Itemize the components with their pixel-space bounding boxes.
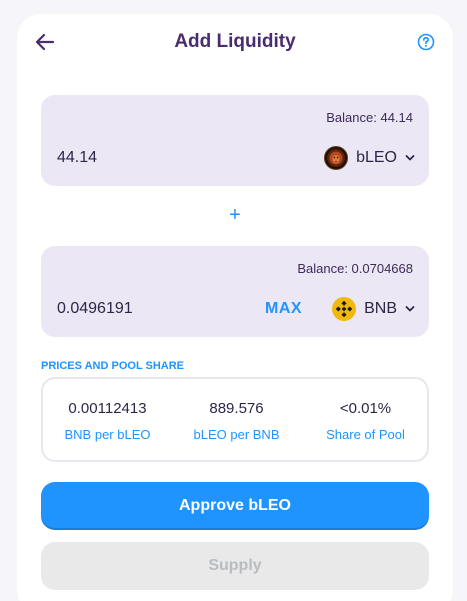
token-b-balance: Balance: 0.0704668: [297, 261, 413, 276]
token-a-balance: Balance: 44.14: [326, 110, 413, 125]
question-circle-icon: [417, 33, 435, 51]
chevron-down-icon: [405, 306, 415, 312]
price-value: 889.576: [209, 400, 264, 417]
pool-share-value: <0.01%: [339, 400, 392, 417]
token-a-symbol: bLEO: [356, 149, 397, 166]
page-title: Add Liquidity: [174, 31, 296, 52]
token-b-amount-input[interactable]: 0.0496191: [57, 300, 227, 318]
token-b-symbol: BNB: [364, 300, 397, 317]
prices-box: 0.00112413 BNB per bLEO 889.576 bLEO per…: [41, 377, 429, 462]
token-a-amount-input[interactable]: 44.14: [57, 149, 227, 167]
price-label: bLEO per BNB: [193, 427, 280, 442]
max-button[interactable]: MAX: [265, 300, 302, 318]
pool-share-label: Share of Pool: [326, 427, 405, 442]
help-button[interactable]: [417, 33, 435, 51]
price-value: 0.00112413: [68, 400, 147, 417]
plus-icon: +: [229, 204, 241, 226]
approve-button[interactable]: Approve bLEO: [41, 482, 429, 530]
bnb-logo-icon: [332, 297, 357, 321]
liquidity-card: Add Liquidity Balance: 44.14 44.14 bLEO …: [17, 14, 453, 601]
price-label: BNB per bLEO: [64, 427, 151, 442]
token-a-selector[interactable]: bLEO: [324, 145, 415, 171]
token-a-panel: Balance: 44.14 44.14 bLEO: [41, 95, 429, 186]
header: Add Liquidity: [17, 14, 453, 74]
supply-button[interactable]: Supply: [41, 542, 429, 590]
chevron-down-icon: [405, 155, 415, 161]
prices-section-label: PRICES AND POOL SHARE: [41, 360, 185, 372]
token-b-panel: Balance: 0.0704668 0.0496191 MAX BNB: [41, 246, 429, 337]
token-b-selector[interactable]: BNB: [332, 296, 415, 322]
bleo-lion-icon: [324, 146, 349, 170]
